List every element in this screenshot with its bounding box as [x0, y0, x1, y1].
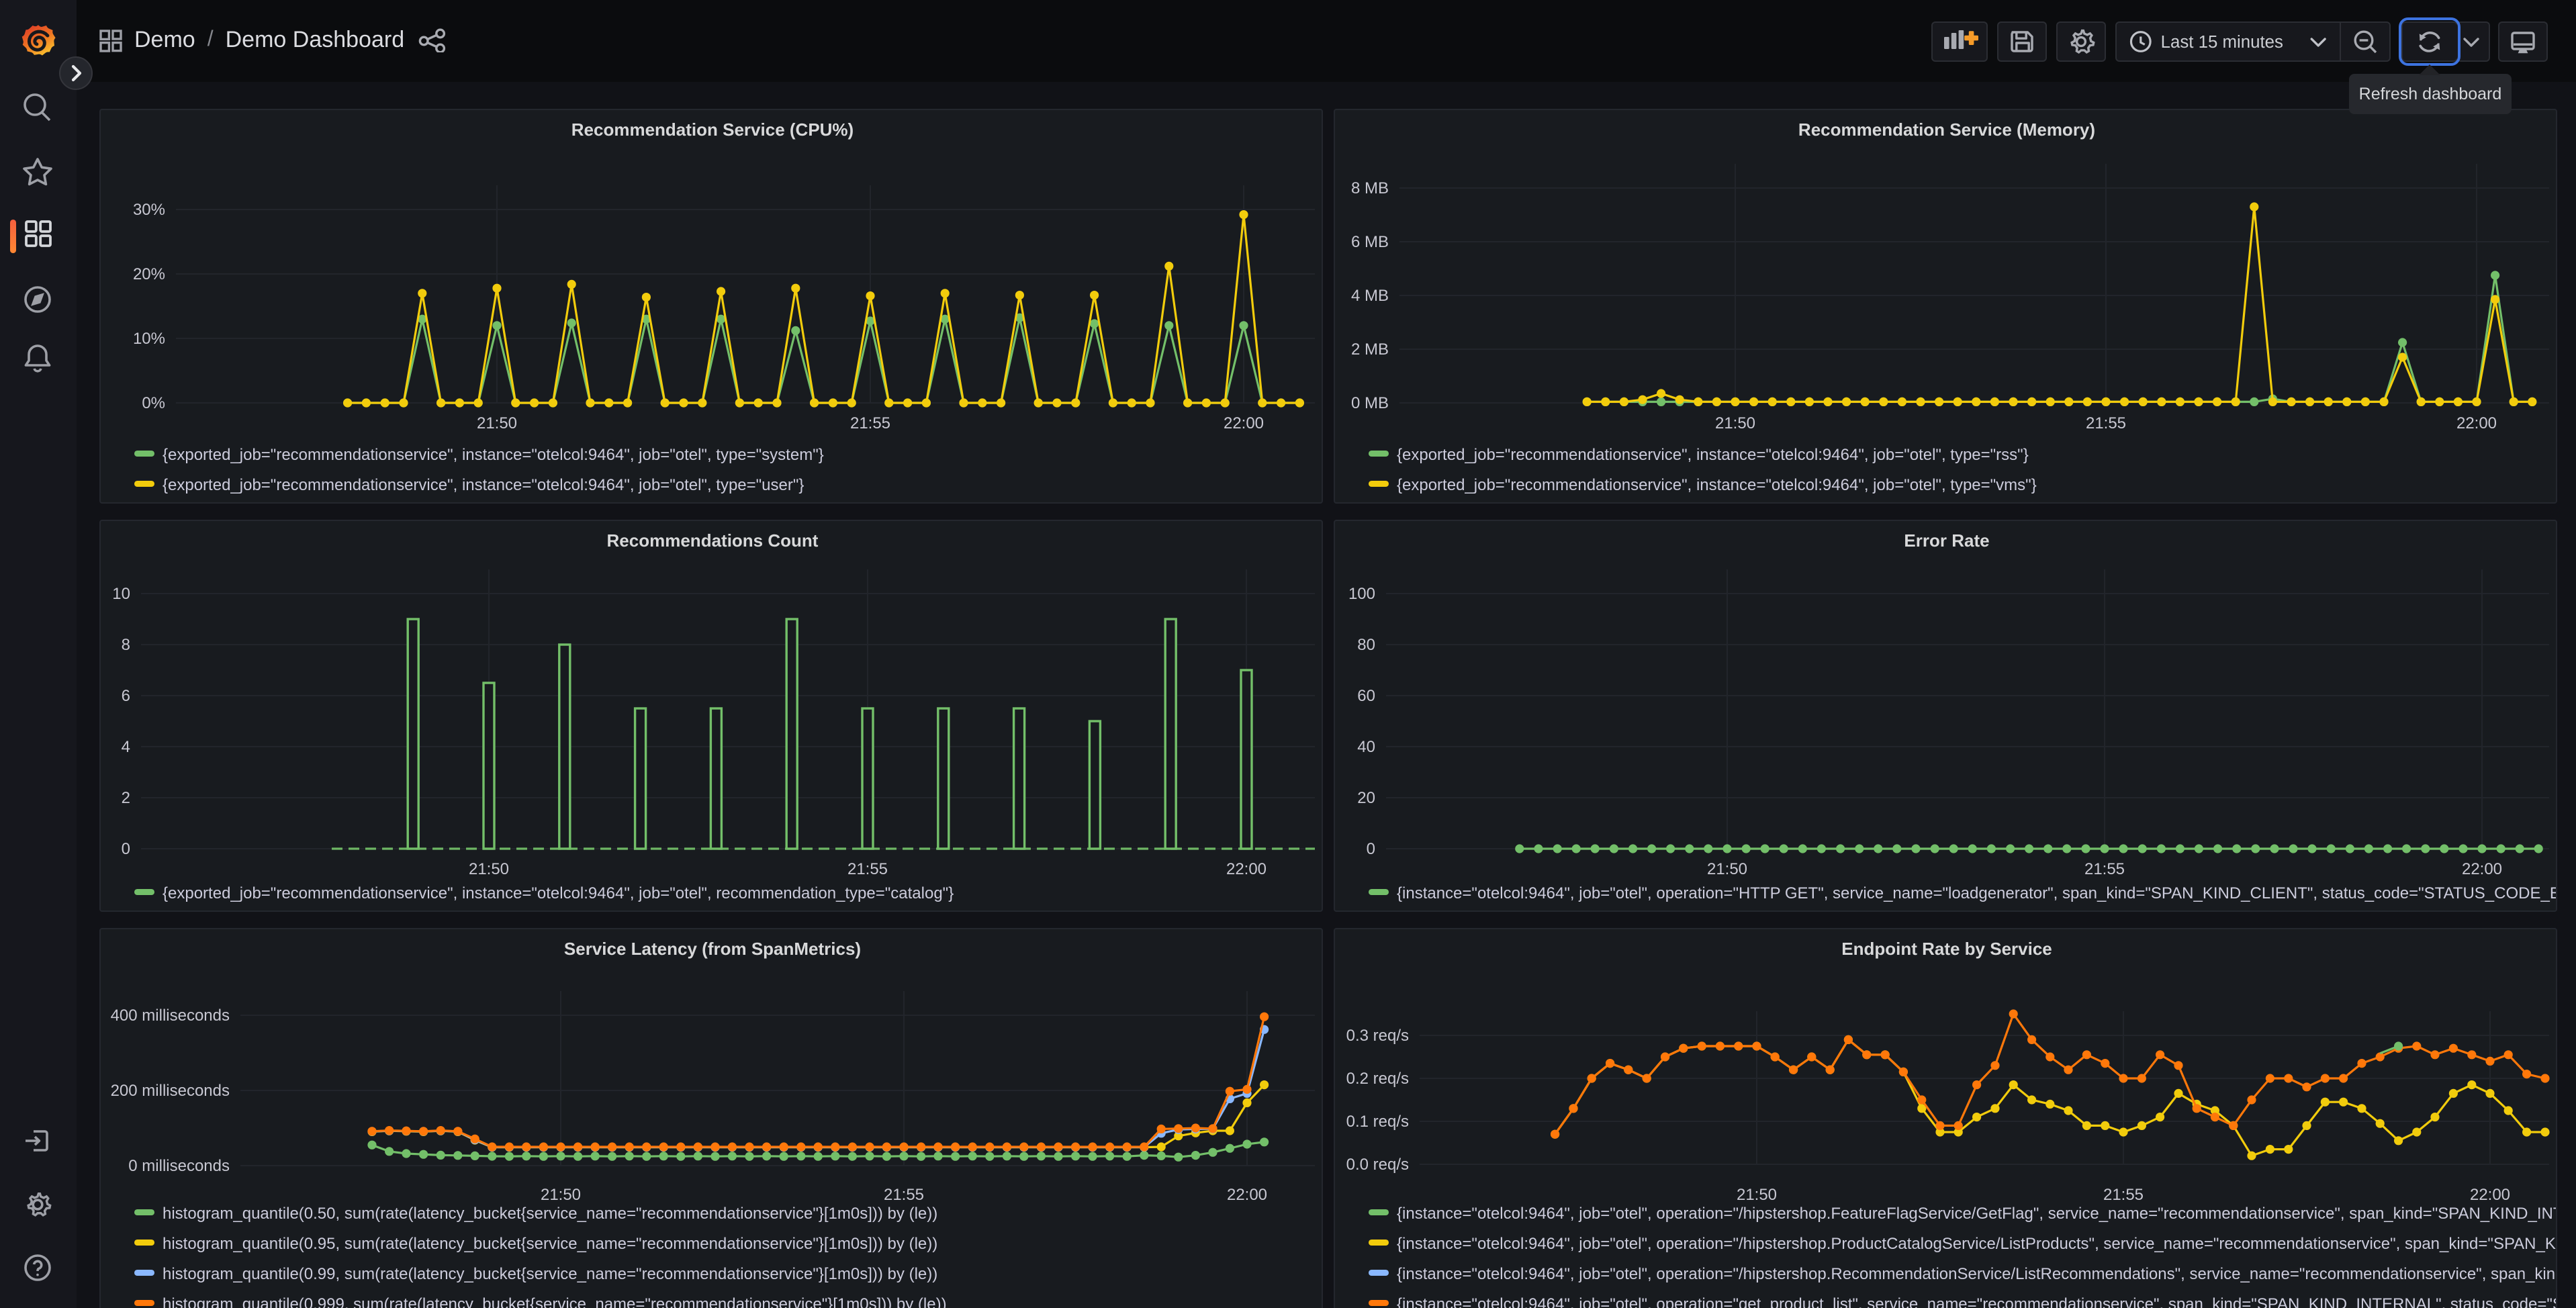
- svg-text:60: 60: [1357, 687, 1375, 705]
- svg-text:0.3 req/s: 0.3 req/s: [1346, 1027, 1409, 1045]
- svg-text:20%: 20%: [133, 265, 165, 283]
- svg-text:{exported_job="recommendations: {exported_job="recommendationservice", i…: [1397, 445, 2029, 463]
- svg-text:histogram_quantile(0.50, sum(r: histogram_quantile(0.50, sum(rate(latenc…: [163, 1205, 937, 1223]
- svg-text:80: 80: [1357, 636, 1375, 654]
- svg-text:30%: 30%: [133, 200, 165, 218]
- svg-text:6: 6: [122, 687, 130, 705]
- svg-text:21:55: 21:55: [850, 414, 890, 432]
- svg-text:2: 2: [122, 789, 130, 807]
- svg-text:0.1 req/s: 0.1 req/s: [1346, 1113, 1409, 1131]
- svg-text:{instance="otelcol:9464", job=: {instance="otelcol:9464", job="otel", op…: [1397, 1235, 2557, 1253]
- svg-text:0.2 req/s: 0.2 req/s: [1346, 1070, 1409, 1088]
- svg-text:{instance="otelcol:9464", job=: {instance="otelcol:9464", job="otel", op…: [1397, 884, 2557, 902]
- svg-text:21:50: 21:50: [469, 860, 509, 878]
- svg-text:{instance="otelcol:9464", job=: {instance="otelcol:9464", job="otel", op…: [1397, 1205, 2557, 1223]
- svg-text:21:50: 21:50: [1707, 860, 1747, 878]
- svg-text:22:00: 22:00: [2456, 414, 2497, 432]
- svg-text:0: 0: [1367, 840, 1375, 858]
- svg-text:22:00: 22:00: [2470, 1186, 2510, 1204]
- svg-text:20: 20: [1357, 789, 1375, 807]
- svg-text:10: 10: [112, 585, 130, 603]
- svg-text:8: 8: [122, 636, 130, 654]
- svg-text:21:50: 21:50: [1715, 414, 1755, 432]
- svg-text:2 MB: 2 MB: [1351, 340, 1389, 358]
- svg-text:40: 40: [1357, 738, 1375, 756]
- svg-text:Last 15 minutes: Last 15 minutes: [2161, 33, 2283, 52]
- svg-text:{exported_job="recommendations: {exported_job="recommendationservice", i…: [1397, 475, 2037, 494]
- svg-text:Service Latency (from SpanMetr: Service Latency (from SpanMetrics): [564, 939, 861, 959]
- svg-text:histogram_quantile(0.999, sum(: histogram_quantile(0.999, sum(rate(laten…: [163, 1295, 947, 1308]
- svg-text:22:00: 22:00: [1227, 1186, 1267, 1204]
- svg-text:200 milliseconds: 200 milliseconds: [111, 1082, 230, 1100]
- svg-text:21:55: 21:55: [2103, 1186, 2144, 1204]
- svg-text:{instance="otelcol:9464", job=: {instance="otelcol:9464", job="otel", op…: [1397, 1265, 2557, 1283]
- svg-text:histogram_quantile(0.99, sum(r: histogram_quantile(0.99, sum(rate(latenc…: [163, 1265, 937, 1283]
- svg-text:100: 100: [1348, 585, 1375, 603]
- svg-text:21:50: 21:50: [1737, 1186, 1777, 1204]
- svg-text:6 MB: 6 MB: [1351, 232, 1389, 250]
- svg-text:0.0 req/s: 0.0 req/s: [1346, 1156, 1409, 1174]
- svg-text:{exported_job="recommendations: {exported_job="recommendationservice", i…: [163, 884, 954, 902]
- svg-text:Recommendation Service (Memory: Recommendation Service (Memory): [1798, 119, 2095, 139]
- svg-text:0%: 0%: [142, 393, 165, 412]
- svg-text:8 MB: 8 MB: [1351, 179, 1389, 197]
- svg-text:Endpoint Rate by Service: Endpoint Rate by Service: [1841, 939, 2052, 959]
- svg-text:Error Rate: Error Rate: [1904, 530, 1989, 551]
- svg-text:21:55: 21:55: [2086, 414, 2126, 432]
- svg-text:21:50: 21:50: [477, 414, 517, 432]
- svg-text:21:55: 21:55: [2084, 860, 2125, 878]
- svg-text:10%: 10%: [133, 329, 165, 347]
- svg-text:{exported_job="recommendations: {exported_job="recommendationservice", i…: [163, 475, 804, 494]
- svg-text:{exported_job="recommendations: {exported_job="recommendationservice", i…: [163, 445, 824, 463]
- svg-text:21:55: 21:55: [847, 860, 888, 878]
- svg-text:0: 0: [122, 840, 130, 858]
- svg-text:400 milliseconds: 400 milliseconds: [111, 1007, 230, 1025]
- svg-text:histogram_quantile(0.95, sum(r: histogram_quantile(0.95, sum(rate(latenc…: [163, 1235, 937, 1253]
- svg-text:22:00: 22:00: [1224, 414, 1264, 432]
- svg-text:{instance="otelcol:9464", job=: {instance="otelcol:9464", job="otel", op…: [1397, 1295, 2557, 1308]
- svg-text:4 MB: 4 MB: [1351, 286, 1389, 304]
- svg-text:Recommendations Count: Recommendations Count: [607, 530, 819, 551]
- svg-text:Recommendation Service (CPU%): Recommendation Service (CPU%): [571, 119, 854, 139]
- svg-text:21:55: 21:55: [884, 1186, 924, 1204]
- svg-text:22:00: 22:00: [1226, 860, 1267, 878]
- svg-text:21:50: 21:50: [541, 1186, 581, 1204]
- svg-text:4: 4: [122, 738, 130, 756]
- svg-text:22:00: 22:00: [2462, 860, 2502, 878]
- svg-text:0 MB: 0 MB: [1351, 393, 1389, 412]
- svg-text:0 milliseconds: 0 milliseconds: [128, 1157, 230, 1175]
